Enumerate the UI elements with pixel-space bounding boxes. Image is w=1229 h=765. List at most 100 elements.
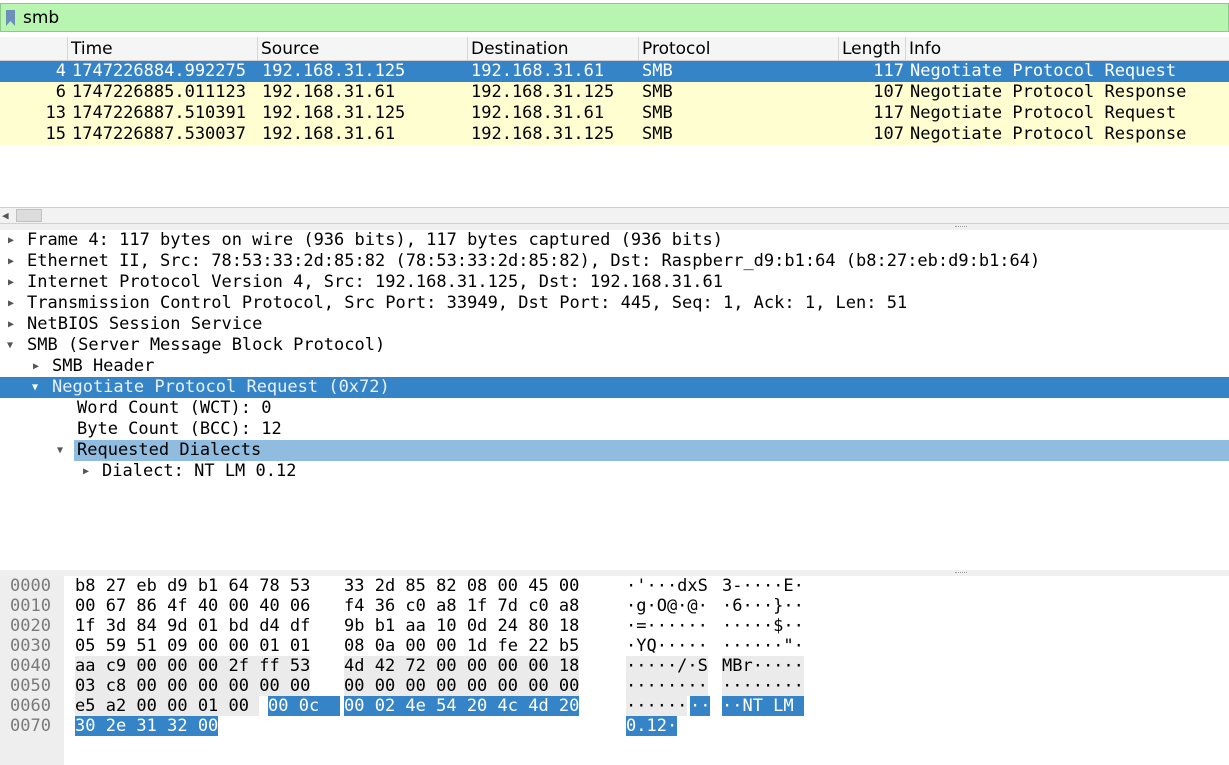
- column-header-no[interactable]: [0, 37, 68, 60]
- ascii-bytes[interactable]: ·····/·S: [626, 656, 708, 676]
- bookmark-icon[interactable]: [6, 10, 15, 26]
- packet-info: Negotiate Protocol Response: [910, 82, 1187, 102]
- packet-destination: 192.168.31.61: [471, 61, 605, 81]
- packet-destination: 192.168.31.61: [471, 103, 605, 123]
- tree-item-frame[interactable]: ▶ Frame 4: 117 bytes on wire (936 bits),…: [0, 230, 1229, 251]
- ascii-bytes-selected[interactable]: 0.12·: [626, 716, 678, 736]
- scroll-left-icon[interactable]: ◀: [2, 210, 9, 221]
- packet-protocol: SMB: [642, 124, 673, 144]
- tree-item-label: SMB Header: [52, 356, 155, 376]
- expand-arrow-icon[interactable]: ▶: [8, 251, 14, 272]
- column-header-source[interactable]: Source: [258, 37, 468, 60]
- hex-bytes-selected[interactable]: 30 2e 31 32 00: [75, 716, 219, 736]
- packet-number: 6: [55, 82, 66, 102]
- hex-bytes[interactable]: 05 59 51 09 00 00 01 01: [75, 636, 310, 656]
- packet-number: 13: [45, 103, 66, 123]
- ascii-bytes[interactable]: ·YQ·····: [626, 636, 708, 656]
- ascii-bytes[interactable]: MBr·····: [722, 656, 804, 676]
- tree-item-smb-header[interactable]: ▶ SMB Header: [0, 356, 1229, 377]
- collapse-arrow-icon[interactable]: ▼: [57, 440, 63, 461]
- column-header-length[interactable]: Length: [839, 37, 906, 60]
- hex-bytes-selected[interactable]: 00 02 4e 54 20 4c 4d 20: [344, 696, 580, 716]
- ascii-bytes[interactable]: ······: [626, 696, 688, 716]
- hex-bytes[interactable]: 00 00 00 00 00 00 00 00: [344, 676, 580, 696]
- hex-bytes-selected[interactable]: 00 0c: [268, 696, 341, 716]
- packet-time: 1747226884.992275: [72, 61, 246, 81]
- hex-bytes[interactable]: 08 0a 00 00 1d fe 22 b5: [344, 636, 579, 656]
- ascii-bytes[interactable]: ······"·: [722, 636, 804, 656]
- packet-length: 107: [873, 124, 904, 144]
- packet-info: Negotiate Protocol Response: [910, 124, 1187, 144]
- tree-item-label: Requested Dialects: [74, 440, 1229, 461]
- hex-bytes[interactable]: b8 27 eb d9 b1 64 78 53: [75, 576, 310, 596]
- packet-list-hscrollbar[interactable]: ◀: [0, 207, 1229, 224]
- scrollbar-thumb[interactable]: [16, 209, 42, 222]
- tree-item-label: Ethernet II, Src: 78:53:33:2d:85:82 (78:…: [27, 251, 1041, 271]
- expand-arrow-icon[interactable]: ▶: [8, 272, 14, 293]
- tree-item-word-count[interactable]: Word Count (WCT): 0: [0, 398, 1229, 419]
- collapse-arrow-icon[interactable]: ▼: [7, 335, 13, 356]
- expand-arrow-icon[interactable]: ▶: [8, 293, 14, 314]
- display-filter-bar[interactable]: smb: [0, 3, 1229, 32]
- ascii-bytes[interactable]: ·=······: [626, 616, 708, 636]
- ascii-bytes[interactable]: ········: [626, 676, 708, 696]
- byte-offset: 0010: [10, 596, 51, 616]
- collapse-arrow-icon[interactable]: ▼: [32, 377, 38, 398]
- hex-bytes[interactable]: 03 c8 00 00 00 00 00 00: [75, 676, 311, 696]
- tree-item-ipv4[interactable]: ▶ Internet Protocol Version 4, Src: 192.…: [0, 272, 1229, 293]
- column-header-time[interactable]: Time: [68, 37, 258, 60]
- packet-time: 1747226887.530037: [72, 124, 246, 144]
- column-header-info[interactable]: Info: [906, 37, 1229, 60]
- hex-bytes[interactable]: f4 36 c0 a8 1f 7d c0 a8: [344, 596, 579, 616]
- packet-length: 117: [873, 61, 904, 81]
- column-header-protocol[interactable]: Protocol: [639, 37, 839, 60]
- tree-item-negotiate-request[interactable]: ▼ Negotiate Protocol Request (0x72): [0, 377, 1229, 398]
- packet-source: 192.168.31.125: [262, 61, 406, 81]
- tree-item-byte-count[interactable]: Byte Count (BCC): 12: [0, 419, 1229, 440]
- packet-destination: 192.168.31.125: [471, 82, 615, 102]
- packet-time: 1747226885.011123: [72, 82, 246, 102]
- packet-row[interactable]: 15 1747226887.530037 192.168.31.61 192.1…: [0, 124, 1229, 145]
- ascii-bytes[interactable]: 3-····E·: [722, 576, 804, 596]
- hex-bytes[interactable]: 4d 42 72 00 00 00 00 18: [344, 656, 580, 676]
- packet-bytes-pane[interactable]: 0000 0010 0020 0030 0040 0050 0060 0070 …: [0, 576, 1229, 765]
- byte-offset: 0040: [10, 656, 51, 676]
- tree-item-tcp[interactable]: ▶ Transmission Control Protocol, Src Por…: [0, 293, 1229, 314]
- hex-bytes[interactable]: 00 67 86 4f 40 00 40 06: [75, 596, 310, 616]
- expand-arrow-icon[interactable]: ▶: [83, 461, 89, 482]
- tree-item-requested-dialects[interactable]: ▼ Requested Dialects: [0, 440, 1229, 461]
- tree-item-smb[interactable]: ▼ SMB (Server Message Block Protocol): [0, 335, 1229, 356]
- packet-row[interactable]: 6 1747226885.011123 192.168.31.61 192.16…: [0, 82, 1229, 103]
- tree-item-label: Word Count (WCT): 0: [77, 398, 272, 418]
- tree-item-label: Internet Protocol Version 4, Src: 192.16…: [27, 272, 723, 292]
- ascii-bytes[interactable]: ·g·O@·@·: [626, 596, 708, 616]
- tree-item-label: Frame 4: 117 bytes on wire (936 bits), 1…: [27, 230, 723, 250]
- ascii-bytes[interactable]: ········: [722, 676, 804, 696]
- tree-item-ethernet[interactable]: ▶ Ethernet II, Src: 78:53:33:2d:85:82 (7…: [0, 251, 1229, 272]
- packet-row[interactable]: 4 1747226884.992275 192.168.31.125 192.1…: [0, 61, 1229, 82]
- packet-info: Negotiate Protocol Request: [910, 103, 1177, 123]
- expand-arrow-icon[interactable]: ▶: [8, 314, 14, 335]
- hex-bytes[interactable]: 33 2d 85 82 08 00 45 00: [344, 576, 579, 596]
- ascii-bytes[interactable]: ·6···}··: [722, 596, 804, 616]
- tree-item-netbios[interactable]: ▶ NetBIOS Session Service: [0, 314, 1229, 335]
- hex-bytes[interactable]: aa c9 00 00 00 2f ff 53: [75, 656, 311, 676]
- hex-bytes[interactable]: 9b b1 aa 10 0d 24 80 18: [344, 616, 579, 636]
- tree-item-label: SMB (Server Message Block Protocol): [27, 335, 386, 355]
- ascii-bytes[interactable]: ·'···dxS: [626, 576, 708, 596]
- expand-arrow-icon[interactable]: ▶: [8, 230, 14, 251]
- byte-offset: 0020: [10, 616, 51, 636]
- ascii-bytes[interactable]: ·····$··: [722, 616, 804, 636]
- packet-info: Negotiate Protocol Request: [910, 61, 1177, 81]
- byte-offset: 0030: [10, 636, 51, 656]
- byte-offset: 0060: [10, 696, 51, 716]
- expand-arrow-icon[interactable]: ▶: [33, 356, 39, 377]
- tree-item-dialect[interactable]: ▶ Dialect: NT LM 0.12: [0, 461, 1229, 482]
- filter-input[interactable]: smb: [23, 7, 59, 29]
- column-header-destination[interactable]: Destination: [468, 37, 639, 60]
- hex-bytes[interactable]: e5 a2 00 00 01 00: [75, 696, 260, 716]
- packet-row[interactable]: 13 1747226887.510391 192.168.31.125 192.…: [0, 103, 1229, 124]
- ascii-bytes-selected[interactable]: ··: [690, 696, 711, 716]
- hex-bytes[interactable]: 1f 3d 84 9d 01 bd d4 df: [75, 616, 310, 636]
- ascii-bytes-selected[interactable]: ··NT LM: [722, 696, 804, 716]
